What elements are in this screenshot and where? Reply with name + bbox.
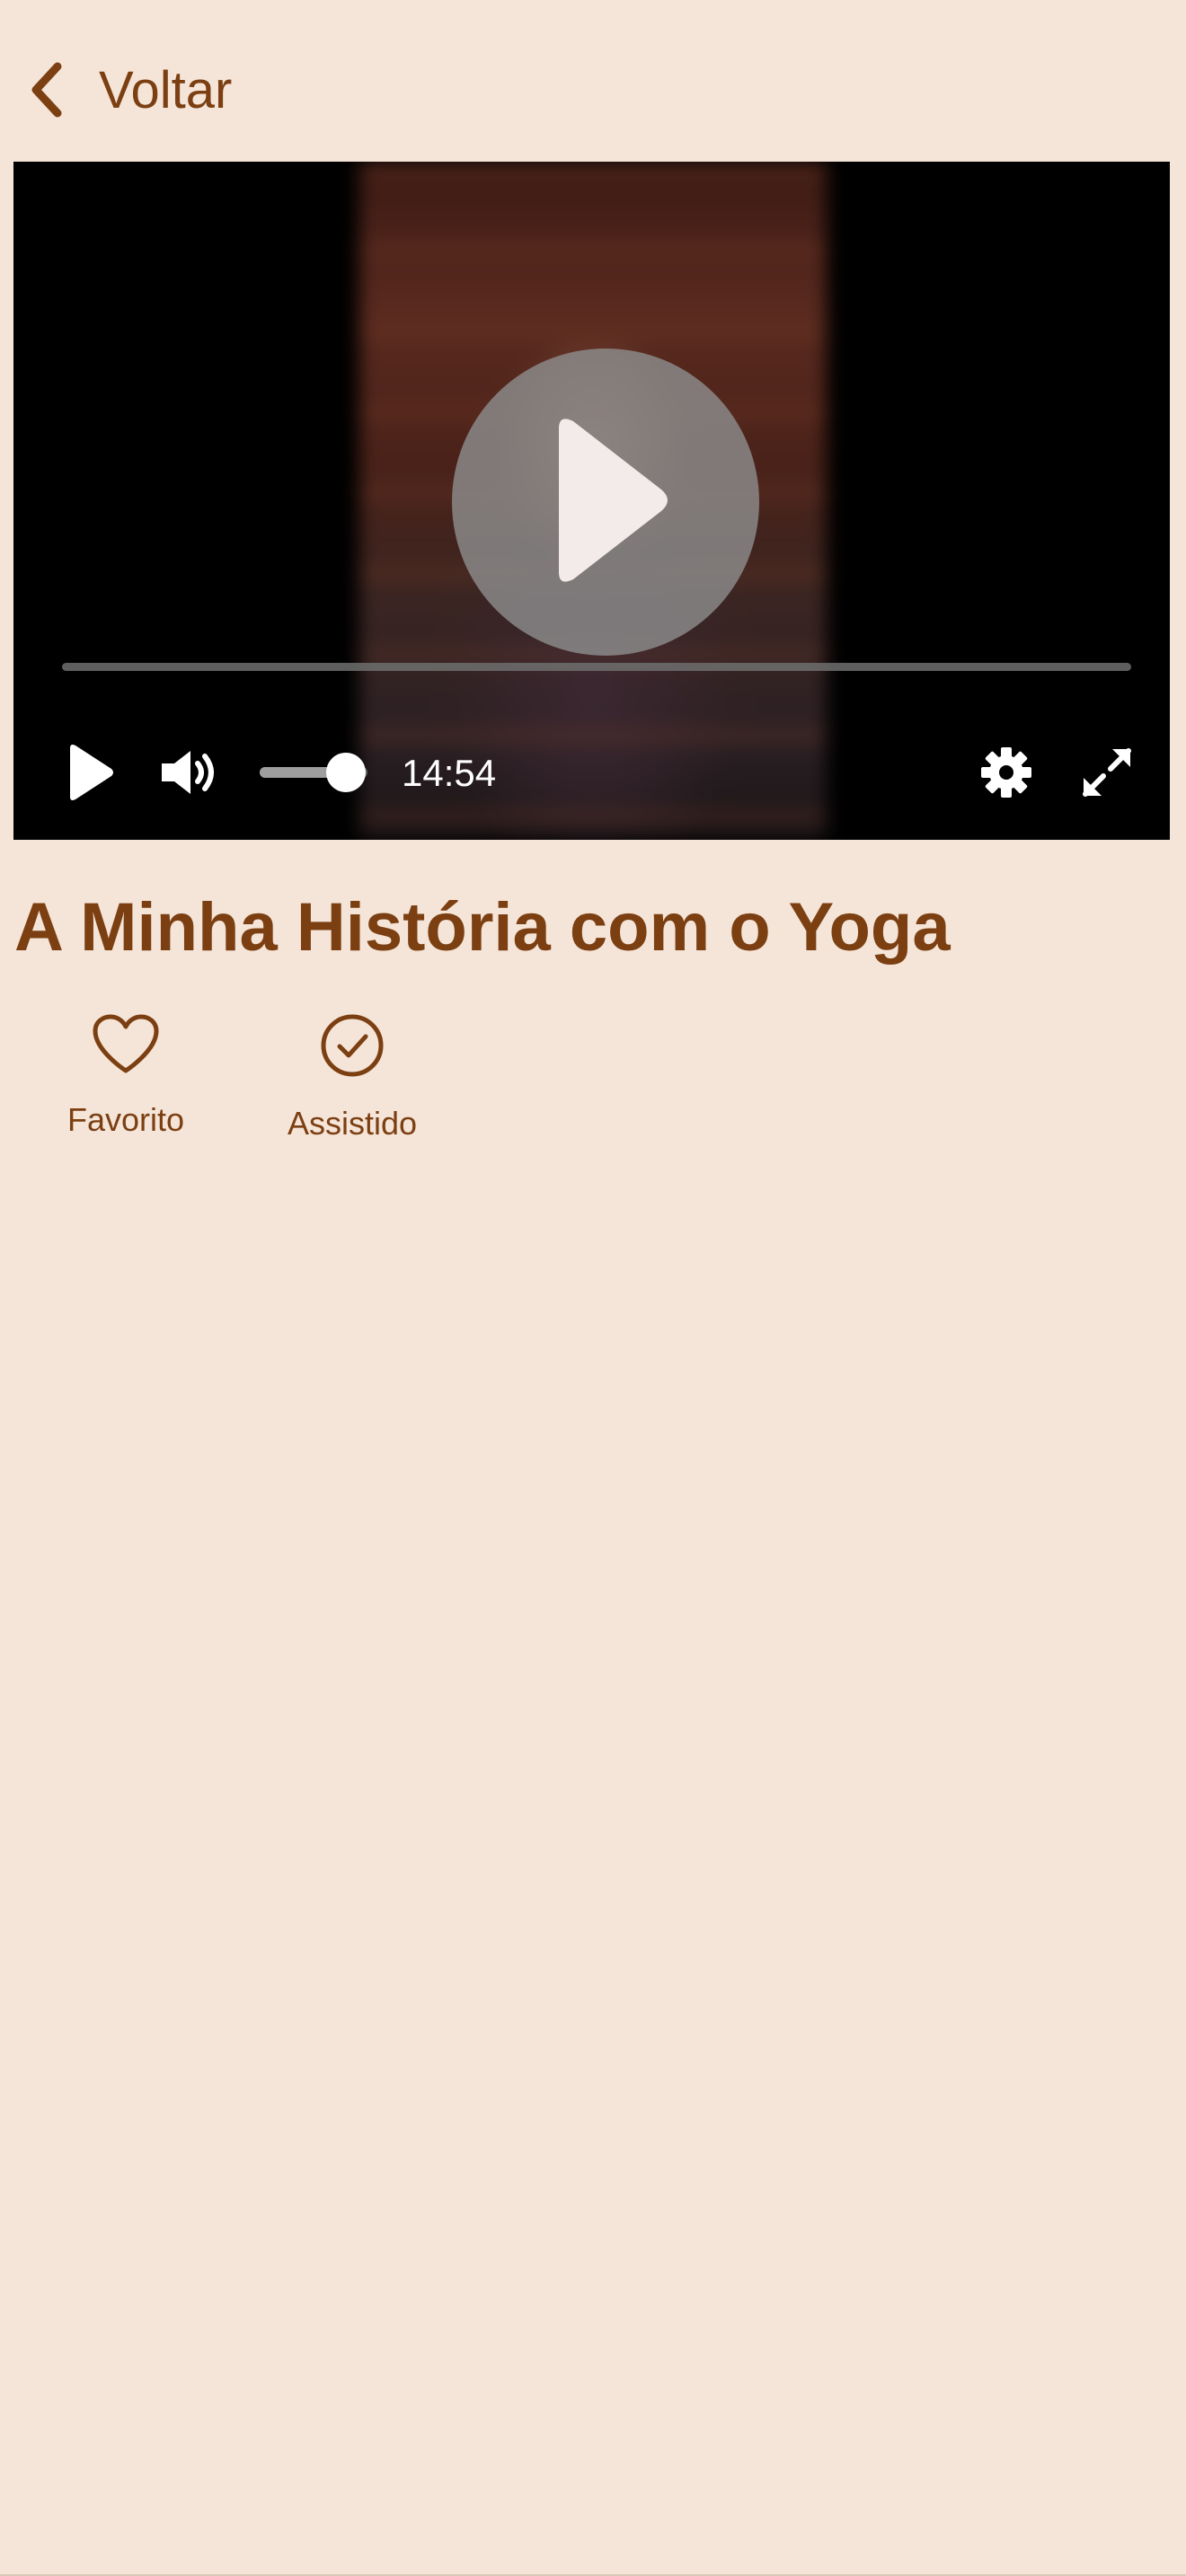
- big-play-button[interactable]: [452, 348, 759, 656]
- watched-label: Assistido: [287, 1105, 418, 1142]
- favorite-label: Favorito: [66, 1101, 185, 1138]
- expand-icon: [1080, 745, 1134, 799]
- back-label: Voltar: [99, 60, 233, 119]
- play-button[interactable]: [49, 738, 130, 807]
- gear-icon: [980, 746, 1032, 798]
- watched-button[interactable]: Assistido: [271, 1013, 433, 1142]
- volume-icon: [158, 747, 219, 798]
- fullscreen-button[interactable]: [1067, 738, 1147, 807]
- chevron-left-icon: [27, 61, 66, 119]
- volume-thumb[interactable]: [326, 753, 366, 792]
- volume-slider[interactable]: [247, 753, 373, 792]
- settings-button[interactable]: [966, 738, 1047, 807]
- play-icon: [65, 743, 115, 802]
- favorite-button[interactable]: Favorito: [54, 1013, 198, 1139]
- time-display: 14:54: [402, 752, 497, 794]
- progress-bar[interactable]: [62, 663, 1131, 671]
- volume-button[interactable]: [148, 738, 229, 807]
- check-circle-icon: [320, 1013, 385, 1078]
- video-title: A Minha História com o Yoga: [14, 889, 951, 966]
- play-icon: [534, 410, 677, 595]
- video-player[interactable]: 14:54: [13, 162, 1170, 840]
- back-button[interactable]: Voltar: [27, 45, 232, 135]
- heart-icon: [92, 1013, 160, 1074]
- top-bar: Voltar: [0, 0, 1186, 162]
